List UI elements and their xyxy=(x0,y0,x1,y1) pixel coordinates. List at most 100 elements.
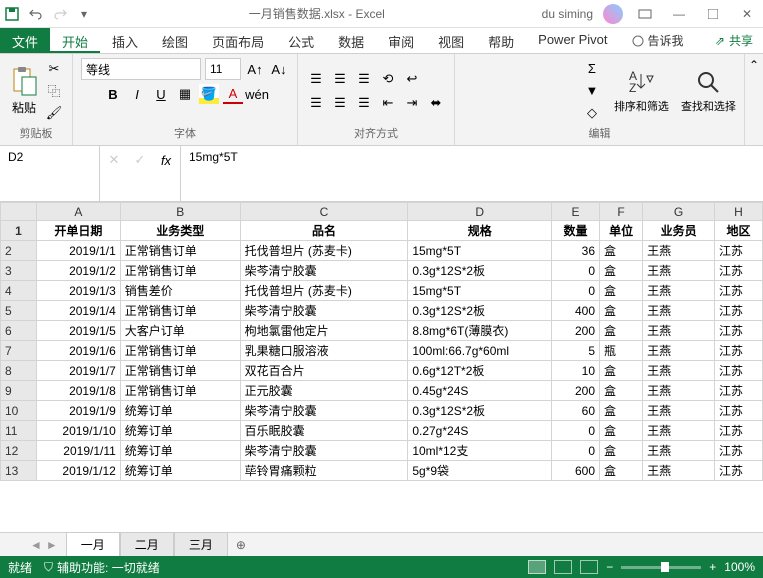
cell[interactable]: 统筹订单 xyxy=(120,421,240,441)
cell[interactable]: 柴芩清宁胶囊 xyxy=(240,261,408,281)
cell[interactable]: 0.3g*12S*2板 xyxy=(408,261,552,281)
col-header[interactable]: C xyxy=(240,203,408,221)
cell[interactable]: 柴芩清宁胶囊 xyxy=(240,401,408,421)
cell[interactable]: 柴芩清宁胶囊 xyxy=(240,441,408,461)
cell[interactable]: 江苏 xyxy=(715,301,763,321)
cell[interactable]: 正常销售订单 xyxy=(120,361,240,381)
cell[interactable]: 统筹订单 xyxy=(120,401,240,421)
cell[interactable]: 王燕 xyxy=(643,401,715,421)
indent-decrease-icon[interactable]: ⇤ xyxy=(378,93,398,113)
indent-increase-icon[interactable]: ⇥ xyxy=(402,93,422,113)
row-header[interactable]: 5 xyxy=(1,301,37,321)
row-header[interactable]: 6 xyxy=(1,321,37,341)
cell[interactable]: 0 xyxy=(552,441,600,461)
cell[interactable]: 60 xyxy=(552,401,600,421)
cell[interactable]: 2019/1/9 xyxy=(36,401,120,421)
cell[interactable]: 托伐普坦片 (苏麦卡) xyxy=(240,241,408,261)
sheet-prev-icon[interactable]: ◄ xyxy=(30,538,42,552)
cell[interactable]: 200 xyxy=(552,381,600,401)
cell[interactable]: 8.8mg*6T(薄膜衣) xyxy=(408,321,552,341)
bold-button[interactable]: B xyxy=(103,84,123,104)
formula-input[interactable]: 15mg*5T xyxy=(181,146,763,201)
tab-view[interactable]: 视图 xyxy=(426,28,476,53)
cell[interactable]: 数量 xyxy=(552,221,600,241)
cell[interactable]: 正常销售订单 xyxy=(120,341,240,361)
row-header[interactable]: 8 xyxy=(1,361,37,381)
cell[interactable]: 正常销售订单 xyxy=(120,241,240,261)
border-icon[interactable]: ▦ xyxy=(175,84,195,104)
cell[interactable]: 王燕 xyxy=(643,381,715,401)
cell[interactable]: 江苏 xyxy=(715,361,763,381)
cell[interactable]: 江苏 xyxy=(715,341,763,361)
cell[interactable]: 荜铃胃痛颗粒 xyxy=(240,461,408,481)
cell[interactable]: 盒 xyxy=(600,421,643,441)
cell[interactable]: 王燕 xyxy=(643,261,715,281)
redo-icon[interactable] xyxy=(52,6,68,22)
user-name[interactable]: du siming xyxy=(542,7,593,21)
zoom-in-icon[interactable]: + xyxy=(709,560,716,574)
sheet-tab[interactable]: 三月 xyxy=(174,532,228,557)
cell[interactable]: 王燕 xyxy=(643,301,715,321)
decrease-font-icon[interactable]: A↓ xyxy=(269,59,289,79)
zoom-slider[interactable] xyxy=(621,566,701,569)
increase-font-icon[interactable]: A↑ xyxy=(245,59,265,79)
save-icon[interactable] xyxy=(4,6,20,22)
cell[interactable]: 0 xyxy=(552,261,600,281)
tab-draw[interactable]: 绘图 xyxy=(150,28,200,53)
cell[interactable]: 盒 xyxy=(600,241,643,261)
cell[interactable]: 江苏 xyxy=(715,421,763,441)
phonetic-icon[interactable]: wén xyxy=(247,84,267,104)
align-center-icon[interactable]: ☰ xyxy=(330,93,350,113)
cell[interactable]: 正常销售订单 xyxy=(120,301,240,321)
cell[interactable]: 2019/1/6 xyxy=(36,341,120,361)
row-header[interactable]: 7 xyxy=(1,341,37,361)
cell[interactable]: 0.45g*24S xyxy=(408,381,552,401)
close-icon[interactable]: ✕ xyxy=(735,4,759,24)
align-bottom-icon[interactable]: ☰ xyxy=(354,69,374,89)
align-right-icon[interactable]: ☰ xyxy=(354,93,374,113)
sheet-tab[interactable]: 二月 xyxy=(120,532,174,557)
cell[interactable]: 江苏 xyxy=(715,241,763,261)
font-name-select[interactable] xyxy=(81,58,201,80)
sheet-tab[interactable]: 一月 xyxy=(66,532,120,557)
cell[interactable]: 2019/1/11 xyxy=(36,441,120,461)
row-header[interactable]: 2 xyxy=(1,241,37,261)
select-all[interactable] xyxy=(1,203,37,221)
row-header[interactable]: 10 xyxy=(1,401,37,421)
qat-dropdown-icon[interactable]: ▾ xyxy=(76,6,92,22)
col-header[interactable]: H xyxy=(715,203,763,221)
maximize-icon[interactable] xyxy=(701,4,725,24)
cut-icon[interactable]: ✂ xyxy=(44,59,64,79)
cell[interactable]: 大客户订单 xyxy=(120,321,240,341)
cell[interactable]: 乳果糖口服溶液 xyxy=(240,341,408,361)
minimize-icon[interactable]: — xyxy=(667,4,691,24)
col-header[interactable]: F xyxy=(600,203,643,221)
cell[interactable]: 王燕 xyxy=(643,321,715,341)
cell[interactable]: 枸地氯雷他定片 xyxy=(240,321,408,341)
fill-color-icon[interactable]: 🪣 xyxy=(199,84,219,104)
page-break-view-icon[interactable] xyxy=(580,560,598,574)
cell[interactable]: 盒 xyxy=(600,381,643,401)
row-header[interactable]: 1 xyxy=(1,221,37,241)
cell[interactable]: 10 xyxy=(552,361,600,381)
cell[interactable]: 江苏 xyxy=(715,461,763,481)
cell[interactable]: 盒 xyxy=(600,361,643,381)
cell[interactable]: 正常销售订单 xyxy=(120,381,240,401)
cell[interactable]: 单位 xyxy=(600,221,643,241)
tab-home[interactable]: 开始 xyxy=(50,28,100,53)
row-header[interactable]: 12 xyxy=(1,441,37,461)
col-header[interactable]: D xyxy=(408,203,552,221)
cell[interactable]: 0 xyxy=(552,421,600,441)
cell[interactable]: 王燕 xyxy=(643,341,715,361)
tab-insert[interactable]: 插入 xyxy=(100,28,150,53)
page-layout-view-icon[interactable] xyxy=(554,560,572,574)
cell[interactable]: 0 xyxy=(552,281,600,301)
cell[interactable]: 2019/1/10 xyxy=(36,421,120,441)
clear-icon[interactable]: ◇ xyxy=(582,103,602,123)
cell[interactable]: 百乐眠胶囊 xyxy=(240,421,408,441)
cell[interactable]: 0.6g*12T*2板 xyxy=(408,361,552,381)
zoom-level[interactable]: 100% xyxy=(724,560,755,574)
align-left-icon[interactable]: ☰ xyxy=(306,93,326,113)
cell[interactable]: 200 xyxy=(552,321,600,341)
row-header[interactable]: 13 xyxy=(1,461,37,481)
